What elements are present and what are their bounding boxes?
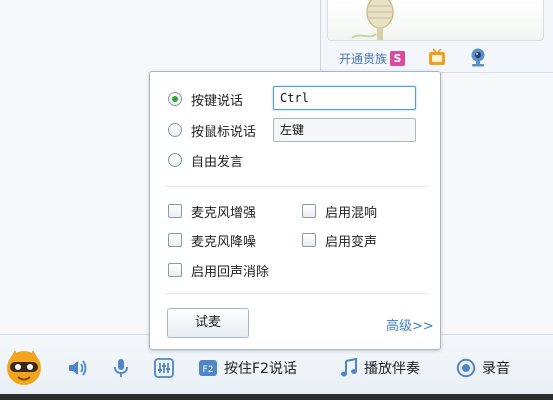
vip-upgrade-label: 开通贵族 — [339, 51, 388, 66]
microphone-icon[interactable] — [110, 357, 132, 379]
radio-button[interactable] — [168, 123, 182, 137]
echo-cancel-label: 启用回声消除 — [191, 264, 270, 280]
voice-changer-label: 启用变声 — [325, 234, 378, 250]
mouse-to-talk-mode-label: 按鼠标说话 — [191, 124, 257, 140]
checkbox-echo-cancel[interactable]: 启用回声消除 — [168, 260, 269, 280]
equalizer-settings-icon[interactable] — [153, 357, 175, 379]
microphone-illustration — [351, 0, 394, 40]
profile-banner-image — [327, 0, 544, 41]
speaker-volume-icon[interactable] — [66, 357, 88, 379]
radio-button[interactable] — [168, 153, 182, 167]
checkbox-noise-reduction[interactable]: 麦克风降噪 — [168, 230, 256, 250]
webcam-icon[interactable] — [469, 47, 487, 67]
radio-push-to-talk[interactable]: 按键说话 — [168, 88, 243, 110]
vip-upgrade-link[interactable]: 开通贵族 S — [339, 48, 406, 68]
checkbox-mic-boost[interactable]: 麦克风增强 — [168, 201, 256, 221]
radio-free-talk[interactable]: 自由发言 — [168, 149, 243, 171]
keyboard-key-icon: F2 — [199, 360, 217, 376]
profile-panel: 开通贵族 S — [320, 0, 553, 73]
checkbox-box[interactable] — [168, 263, 182, 277]
tv-icon[interactable] — [427, 47, 447, 67]
record-label: 录音 — [482, 361, 510, 377]
checkbox-box[interactable] — [302, 204, 316, 218]
checkbox-box[interactable] — [302, 233, 316, 247]
avatar[interactable] — [4, 347, 44, 387]
checkbox-reverb[interactable]: 启用混响 — [302, 201, 377, 221]
push-to-talk-button[interactable]: F2 按住F2说话 — [198, 357, 297, 379]
mic-boost-label: 麦克风增强 — [191, 205, 257, 221]
play-accompaniment-button[interactable]: 播放伴奏 — [340, 357, 420, 379]
push-to-talk-mode-label: 按键说话 — [191, 93, 244, 109]
reverb-label: 启用混响 — [325, 205, 378, 221]
divider — [166, 293, 428, 294]
radio-button-checked[interactable] — [168, 92, 182, 106]
music-note-icon — [341, 358, 357, 377]
taskbar-strip — [0, 394, 553, 400]
test-mic-button[interactable]: 试麦 — [167, 308, 249, 338]
free-talk-mode-label: 自由发言 — [191, 154, 244, 170]
hotkey-input[interactable]: Ctrl — [273, 86, 416, 110]
record-button[interactable]: 录音 — [456, 357, 510, 379]
checkbox-voice-changer[interactable]: 启用变声 — [302, 230, 377, 250]
checkbox-box[interactable] — [168, 233, 182, 247]
advanced-settings-link[interactable]: 高级>> — [386, 315, 434, 334]
divider — [166, 186, 428, 187]
checkbox-box[interactable] — [168, 204, 182, 218]
push-to-talk-label: 按住F2说话 — [224, 361, 297, 377]
noise-reduction-label: 麦克风降噪 — [191, 234, 257, 250]
vip-badge-icon: S — [390, 50, 406, 66]
play-accompaniment-label: 播放伴奏 — [364, 361, 420, 377]
mouse-button-field[interactable]: 左键 — [273, 118, 416, 142]
record-icon — [456, 358, 476, 378]
voice-settings-popup: 按键说话 Ctrl 按鼠标说话 左键 自由发言 麦克风增强 启用混响 麦克风降噪… — [149, 71, 441, 350]
radio-mouse-to-talk[interactable]: 按鼠标说话 — [168, 119, 256, 141]
push-to-talk-key: F2 — [203, 365, 214, 375]
